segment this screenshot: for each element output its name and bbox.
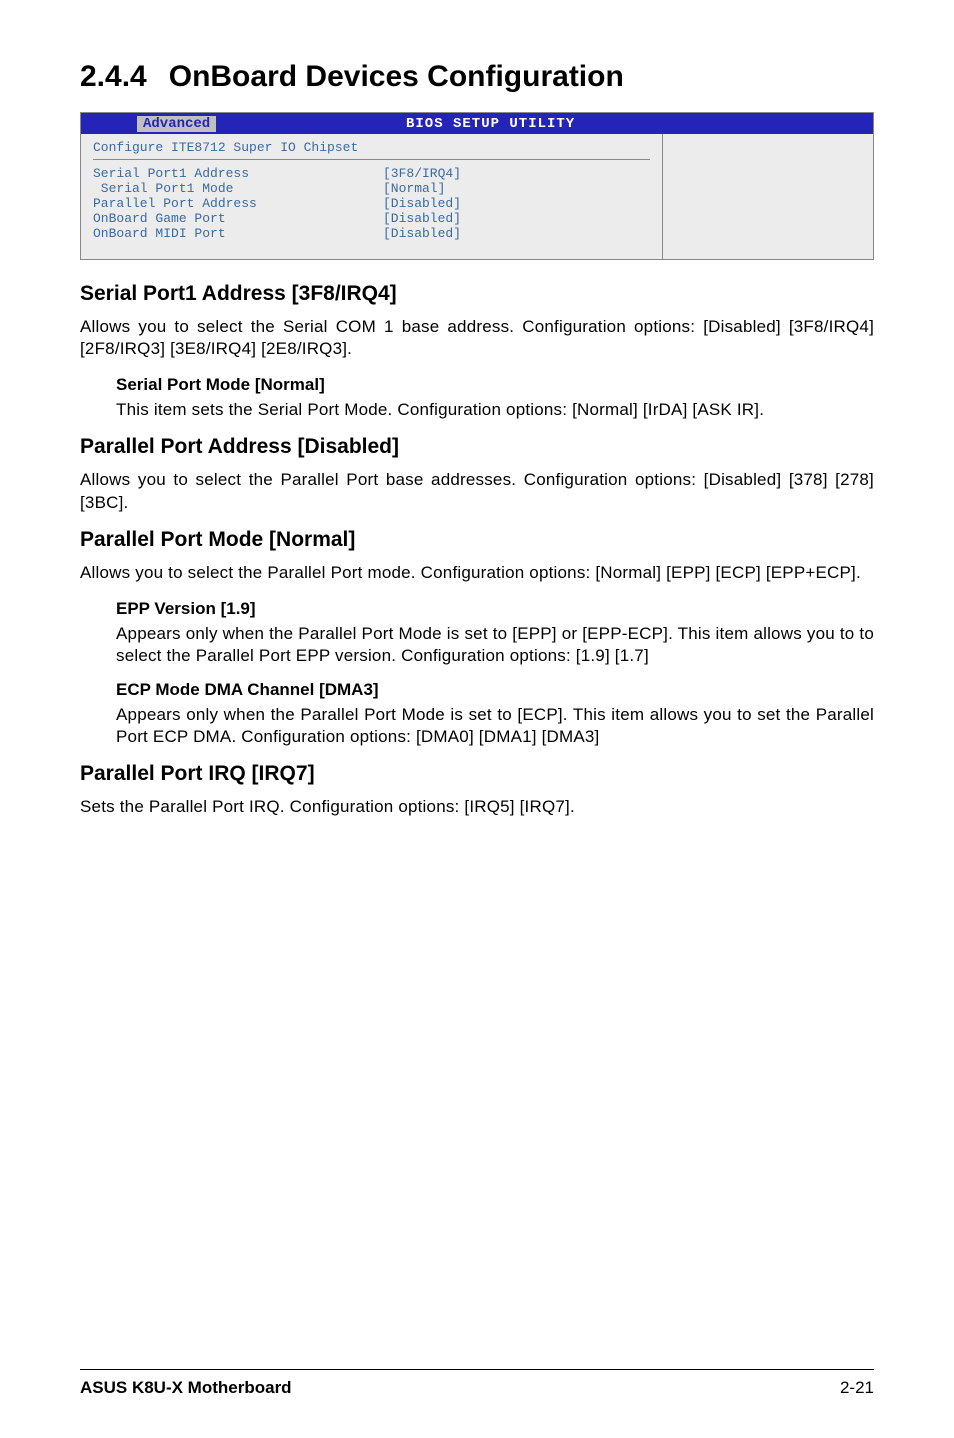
bios-row-label: Serial Port1 Address xyxy=(93,166,383,181)
indent-block: Serial Port Mode [Normal] This item sets… xyxy=(116,375,874,421)
subsection-heading: Parallel Port IRQ [IRQ7] xyxy=(80,762,874,786)
indent-text: This item sets the Serial Port Mode. Con… xyxy=(116,399,874,421)
indent-block: ECP Mode DMA Channel [DMA3] Appears only… xyxy=(116,680,874,749)
section-heading: 2.4.4 OnBoard Devices Configuration xyxy=(80,60,874,94)
bios-screenshot: Advanced BIOS SETUP UTILITY Configure IT… xyxy=(80,112,874,260)
bios-row: Parallel Port Address [Disabled] xyxy=(93,196,650,211)
footer-product: ASUS K8U-X Motherboard xyxy=(80,1378,292,1398)
indent-block: EPP Version [1.9] Appears only when the … xyxy=(116,599,874,668)
page: 2.4.4 OnBoard Devices Configuration Advan… xyxy=(0,0,954,1438)
bios-row-label: OnBoard MIDI Port xyxy=(93,226,383,241)
bios-row: Serial Port1 Address [3F8/IRQ4] xyxy=(93,166,650,181)
indent-heading: Serial Port Mode [Normal] xyxy=(116,375,874,395)
bios-row: OnBoard Game Port [Disabled] xyxy=(93,211,650,226)
section-title: OnBoard Devices Configuration xyxy=(169,60,624,93)
bios-body: Configure ITE8712 Super IO Chipset Seria… xyxy=(81,134,873,259)
bios-row: Serial Port1 Mode [Normal] xyxy=(93,181,650,196)
subsection-heading: Serial Port1 Address [3F8/IRQ4] xyxy=(80,282,874,306)
bios-row-label: Serial Port1 Mode xyxy=(93,181,383,196)
bios-row-value: [Disabled] xyxy=(383,226,461,241)
indent-text: Appears only when the Parallel Port Mode… xyxy=(116,704,874,749)
indent-heading: EPP Version [1.9] xyxy=(116,599,874,619)
subsection-heading: Parallel Port Address [Disabled] xyxy=(80,435,874,459)
bios-left-panel: Configure ITE8712 Super IO Chipset Seria… xyxy=(81,134,662,259)
bios-right-panel xyxy=(662,134,873,259)
bios-row: OnBoard MIDI Port [Disabled] xyxy=(93,226,650,241)
bios-row-value: [Disabled] xyxy=(383,196,461,211)
section-number: 2.4.4 xyxy=(80,60,147,94)
body-paragraph: Sets the Parallel Port IRQ. Configuratio… xyxy=(80,796,874,818)
bios-subheader: Configure ITE8712 Super IO Chipset xyxy=(93,140,650,160)
bios-rows: Serial Port1 Address [3F8/IRQ4] Serial P… xyxy=(93,166,650,241)
subsection-heading: Parallel Port Mode [Normal] xyxy=(80,528,874,552)
bios-row-label: Parallel Port Address xyxy=(93,196,383,211)
footer-page-number: 2-21 xyxy=(840,1378,874,1398)
page-footer: ASUS K8U-X Motherboard 2-21 xyxy=(80,1369,874,1398)
bios-row-label: OnBoard Game Port xyxy=(93,211,383,226)
body-paragraph: Allows you to select the Parallel Port b… xyxy=(80,469,874,514)
indent-heading: ECP Mode DMA Channel [DMA3] xyxy=(116,680,874,700)
body-paragraph: Allows you to select the Serial COM 1 ba… xyxy=(80,316,874,361)
indent-text: Appears only when the Parallel Port Mode… xyxy=(116,623,874,668)
bios-row-value: [3F8/IRQ4] xyxy=(383,166,461,181)
bios-row-value: [Normal] xyxy=(383,181,445,196)
bios-header: Advanced BIOS SETUP UTILITY xyxy=(81,113,873,134)
bios-row-value: [Disabled] xyxy=(383,211,461,226)
bios-header-title: BIOS SETUP UTILITY xyxy=(116,116,865,132)
body-paragraph: Allows you to select the Parallel Port m… xyxy=(80,562,874,584)
